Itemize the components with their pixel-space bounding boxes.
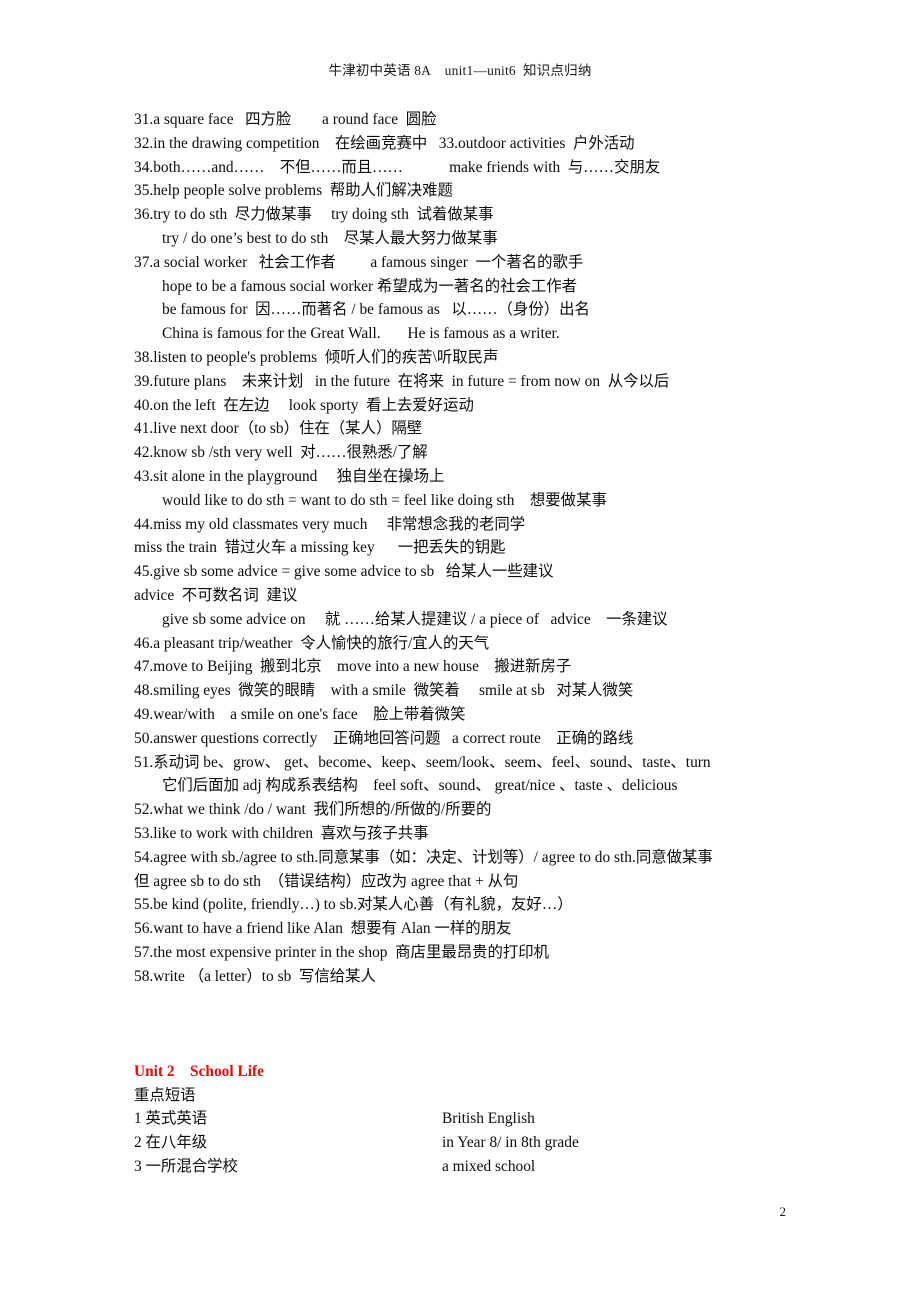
phrase-row: 2 在八年级 in Year 8/ in 8th grade: [134, 1131, 864, 1155]
note-line: 48.smiling eyes 微笑的眼睛 with a smile 微笑着 s…: [134, 682, 634, 700]
note-line: 51.系动词 be、grow、 get、become、keep、seem/loo…: [134, 753, 711, 771]
phrase-row: 3 一所混合学校 a mixed school: [134, 1155, 864, 1179]
note-line: advice 不可数名词 建议: [134, 586, 298, 604]
note-line: 47.move to Beijing 搬到北京 move into a new …: [134, 658, 572, 676]
note-line: China is famous for the Great Wall. He i…: [162, 325, 560, 343]
note-line: 49.wear/with a smile on one's face 脸上带着微…: [134, 705, 466, 723]
note-line: 57.the most expensive printer in the sho…: [134, 943, 550, 961]
note-line: 56.want to have a friend like Alan 想要有 A…: [134, 920, 512, 938]
note-line: 40.on the left 在左边 look sporty 看上去爱好运动: [134, 396, 474, 414]
numbered-notes-list: 31.a square face 四方脸 a round face 圆脸 32.i…: [134, 108, 864, 988]
note-line: 52.what we think /do / want 我们所想的/所做的/所要…: [134, 801, 492, 819]
note-line: 31.a square face 四方脸 a round face 圆脸: [134, 111, 437, 128]
document-body: 31.a square face 四方脸 a round face 圆脸 32.i…: [134, 108, 864, 1179]
unit2-sub-heading: 重点短语: [134, 1086, 196, 1104]
note-line: 42.know sb /sth very well 对……很熟悉/了解: [134, 444, 428, 462]
note-line: 39.future plans 未来计划 in the future 在将来 i…: [134, 372, 670, 390]
page-number: 2: [779, 1204, 787, 1219]
note-line: 44.miss my old classmates very much 非常想念…: [134, 515, 526, 533]
note-line: 46.a pleasant trip/weather 令人愉快的旅行/宜人的天气: [134, 634, 490, 652]
unit2-heading: Unit 2 School Life: [134, 1062, 264, 1080]
phrase-chinese: 3 一所混合学校: [134, 1158, 238, 1176]
note-line: 41.live next door（to sb）住在（某人）隔壁: [134, 420, 423, 438]
note-line: 50.answer questions correctly 正确地回答问题 a …: [134, 729, 634, 747]
note-line: 36.try to do sth 尽力做某事 try doing sth 试着做…: [134, 206, 494, 224]
note-line: give sb some advice on 就 ……给某人提建议 / a pi…: [162, 610, 668, 628]
phrase-chinese: 2 在八年级: [134, 1134, 208, 1152]
note-line: 38.listen to people's problems 倾听人们的疾苦\听…: [134, 348, 499, 366]
note-line: 它们后面加 adj 构成系表结构 feel soft、sound、 great/…: [162, 777, 678, 795]
note-line: hope to be a famous social worker 希望成为一著…: [162, 277, 578, 295]
note-line: 37.a social worker 社会工作者 a famous singer…: [134, 253, 584, 271]
note-line: 54.agree with sb./agree to sth.同意某事（如：决定…: [134, 848, 713, 866]
phrase-row: 1 英式英语 British English: [134, 1107, 864, 1131]
note-line: 43.sit alone in the playground 独自坐在操场上: [134, 467, 445, 485]
unit2-phrase-table: 1 英式英语 British English 2 在八年级 in Year 8/ in…: [134, 1107, 864, 1178]
phrase-chinese: 1 英式英语: [134, 1110, 208, 1128]
phrase-english: a mixed school: [442, 1158, 536, 1176]
note-line: try / do one’s best to do sth 尽某人最大努力做某事: [162, 229, 498, 247]
note-line: be famous for 因……而著名 / be famous as 以……（…: [162, 301, 590, 319]
note-line: miss the train 错过火车 a missing key 一把丢失的钥…: [134, 539, 506, 557]
document-page: 牛津初中英语 8A unit1—unit6 知识点归纳 31.a square …: [0, 0, 920, 1302]
note-line: 35.help people solve problems 帮助人们解决难题: [134, 182, 453, 200]
phrase-english: British English: [442, 1110, 535, 1128]
note-line: 32.in the drawing competition 在绘画竞赛中 33.…: [134, 134, 635, 152]
note-line: 55.be kind (polite, friendly…) to sb.对某人…: [134, 896, 573, 914]
note-line: 34.both……and…… 不但……而且…… make friends wit…: [134, 158, 661, 176]
note-line: would like to do sth = want to do sth = …: [162, 491, 607, 509]
note-line: 但 agree sb to do sth （错误结构）应改为 agree tha…: [134, 872, 519, 890]
phrase-english: in Year 8/ in 8th grade: [442, 1134, 579, 1152]
running-header: 牛津初中英语 8A unit1—unit6 知识点归纳: [328, 63, 592, 78]
note-line: 58.write （a letter）to sb 写信给某人: [134, 967, 376, 985]
note-line: 53.like to work with children 喜欢与孩子共事: [134, 824, 429, 842]
note-line: 45.give sb some advice = give some advic…: [134, 563, 554, 581]
